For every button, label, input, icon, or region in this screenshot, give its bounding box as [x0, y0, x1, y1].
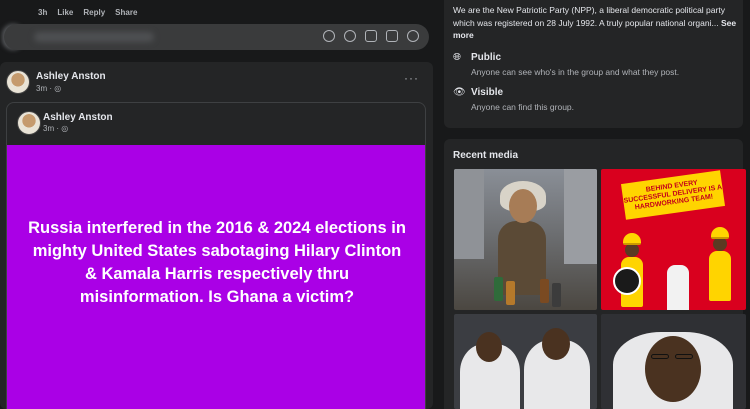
gif-icon[interactable] [386, 30, 398, 42]
privacy-public: 🌐︎ Public Anyone can see who's in the gr… [453, 52, 679, 77]
eye-icon: 👁︎ [453, 87, 466, 98]
poster-banner: BEHIND EVERY SUCCESSFUL DELIVERY IS A HA… [620, 170, 726, 220]
media-thumbnail-man-with-glasses[interactable] [601, 314, 746, 409]
media-thumbnail-men-in-white[interactable] [454, 314, 597, 409]
shared-post[interactable]: Ashley Anston 3m · ◎ Russia interfered i… [6, 102, 426, 409]
facebook-group-page: 3h Like Reply Share Ashley Anston 3m · ◎… [0, 0, 750, 409]
more-options-icon[interactable]: ··· [404, 71, 419, 85]
sticker-icon[interactable] [323, 30, 335, 42]
shared-author-avatar[interactable] [17, 111, 41, 135]
write-comment-input[interactable] [4, 24, 429, 50]
media-thumbnail-street-vendor[interactable] [454, 169, 597, 310]
poster-badge [613, 267, 641, 295]
group-feed: 3h Like Reply Share Ashley Anston 3m · ◎… [0, 0, 433, 409]
post-time[interactable]: 3m · [36, 84, 54, 93]
post-meta: 3m · ◎ [36, 84, 61, 93]
public-title: Public [471, 52, 502, 63]
colored-text-post: Russia interfered in the 2016 & 2024 ele… [7, 145, 425, 409]
reply-comment-link[interactable]: Reply [83, 8, 105, 17]
visible-title: Visible [471, 87, 504, 98]
group-description: We are the New Patriotic Party (NPP), a … [453, 4, 738, 42]
globe-icon: 🌐︎ [453, 52, 461, 63]
post-author[interactable]: Ashley Anston [36, 71, 106, 82]
emoji-icon[interactable] [344, 30, 356, 42]
author-avatar[interactable] [6, 70, 30, 94]
share-comment-link[interactable]: Share [115, 8, 137, 17]
like-comment-link[interactable]: Like [57, 8, 73, 17]
comment-placeholder [34, 32, 154, 42]
globe-icon: ◎ [61, 124, 69, 133]
post-text: Russia interfered in the 2016 & 2024 ele… [28, 218, 406, 306]
comment-tool-icons [323, 30, 419, 42]
media-thumbnail-delivery-poster[interactable]: BEHIND EVERY SUCCESSFUL DELIVERY IS A HA… [601, 169, 746, 310]
comment-time: 3h [38, 8, 48, 17]
privacy-visible: 👁︎ Visible Anyone can find this group. [453, 87, 574, 112]
post-sticker-icon[interactable] [407, 30, 419, 42]
visible-description: Anyone can find this group. [471, 102, 575, 112]
about-card: We are the New Patriotic Party (NPP), a … [444, 0, 743, 128]
camera-icon[interactable] [365, 30, 377, 42]
group-description-text: We are the New Patriotic Party (NPP), a … [453, 5, 725, 28]
public-description: Anyone can see who's in the group and wh… [471, 67, 680, 77]
shared-post-time[interactable]: 3m · [43, 124, 61, 133]
feed-post: Ashley Anston 3m · ◎ ··· Ashley Anston 3… [0, 62, 433, 409]
poster-text: BEHIND EVERY SUCCESSFUL DELIVERY IS A HA… [623, 179, 723, 212]
comment-actions: 3h Like Reply Share [38, 8, 137, 17]
globe-icon: ◎ [54, 84, 62, 93]
shared-post-meta: 3m · ◎ [43, 124, 68, 133]
recent-media-title: Recent media [453, 150, 519, 161]
recent-media-card: Recent media BEHIND EVERY SUCCESSFUL DEL… [444, 139, 746, 409]
shared-post-author[interactable]: Ashley Anston [43, 112, 113, 123]
